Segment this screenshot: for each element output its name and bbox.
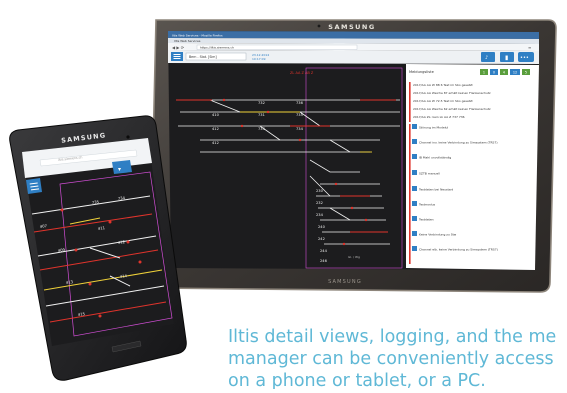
alarm-entry[interactable]: Testmodus xyxy=(418,203,435,207)
caption-line-1: Iltis detail views, logging, and the me xyxy=(228,327,557,347)
alarm-icon xyxy=(412,186,417,191)
menu-icon[interactable]: ≡ xyxy=(528,45,531,50)
track-footer-label: Gl. / Wg xyxy=(348,255,360,259)
svg-text:731: 731 xyxy=(258,113,265,117)
browser-titlebar xyxy=(168,31,539,39)
svg-text:5: 5 xyxy=(525,71,527,75)
tablet-camera xyxy=(317,24,321,28)
user-icon: ▮ xyxy=(505,55,508,62)
caption: Iltis detail views, logging, and the me … xyxy=(228,326,567,389)
alarm-icon xyxy=(412,139,417,144)
svg-text:410: 410 xyxy=(212,113,220,117)
svg-text:244: 244 xyxy=(320,249,328,253)
svg-text:234: 234 xyxy=(316,213,324,217)
alarm-icon xyxy=(412,216,417,221)
phone: SAMSUNG iltis.siemens.ch ▾ 735 734 407 4… xyxy=(9,115,187,381)
tablet-brand-bottom: SAMSUNG xyxy=(328,279,362,285)
svg-text:735: 735 xyxy=(296,113,303,117)
time-label: 10:17:09 xyxy=(252,57,266,61)
log-header: Meldungsliste xyxy=(409,70,435,74)
svg-text:733: 733 xyxy=(258,127,265,131)
svg-text:736: 736 xyxy=(296,101,304,105)
alarm-icon xyxy=(412,124,417,129)
diagram-header-labels: ZL AA Z AB Z xyxy=(290,71,314,75)
alarm-entry[interactable]: Störung im Modelul xyxy=(419,126,448,130)
svg-text:412: 412 xyxy=(212,127,219,131)
chevron-down-icon: ▾ xyxy=(118,166,121,173)
log-entry[interactable]: 2017/AA AA W 88 6 Test im Sbo gesetzt xyxy=(413,83,474,87)
alarm-icon xyxy=(412,201,417,206)
svg-text:12: 12 xyxy=(513,71,517,75)
tablet-brand-top: SAMSUNG xyxy=(328,23,375,31)
phone-dropdown-button[interactable] xyxy=(112,160,132,174)
phone-camera xyxy=(126,135,130,139)
svg-text:232: 232 xyxy=(316,201,323,205)
alarm-icon xyxy=(412,170,417,175)
alarm-entry[interactable]: IB Mahl unvollständig xyxy=(419,156,451,160)
url-text: https://iltis.siemens.ch xyxy=(200,46,234,50)
browser-tabbar xyxy=(168,38,539,44)
caption-line-2: manager can be conveniently access xyxy=(228,349,554,369)
svg-text:732: 732 xyxy=(258,101,265,105)
tablet: SAMSUNG SAMSUNG Iltis Web Services - Moz… xyxy=(149,19,557,293)
alarm-icon xyxy=(412,154,417,159)
bell-icon: ♪ xyxy=(485,55,488,61)
alarm-entry[interactable]: Channel elb. keine Verbindung zu Simsyst… xyxy=(419,248,498,252)
alarm-entry[interactable]: Channel inv. keine Verbindung zu Simsyst… xyxy=(419,141,498,145)
svg-text:0: 0 xyxy=(493,71,495,75)
alarm-icon xyxy=(412,231,417,236)
back-icon[interactable]: ◀ ▶ ⟳ xyxy=(172,45,185,50)
log-entry[interactable]: 2017/AA AA Weiche 62 erhält keinen Flank… xyxy=(413,107,491,111)
caption-line-3: on a phone or tablet, or a PC. xyxy=(228,371,486,389)
browser-tab-2[interactable]: Iltis Web Services xyxy=(174,39,201,43)
log-entry[interactable]: 2017/AA AA Weiche 87 erhält keinen Flank… xyxy=(413,91,491,95)
alarm-entry[interactable]: Testdaten xyxy=(418,218,434,222)
log-count-badges: 1 0 4 12 5 xyxy=(480,69,530,75)
svg-text:412: 412 xyxy=(212,141,219,145)
log-entry[interactable]: 2017/AA AA W 72.5 Test im Sbo gesetzt xyxy=(413,99,474,103)
more-icon: ••• xyxy=(520,55,529,61)
log-entry[interactable]: 2017/AA ZL: kein Lk AA Z 737 736 xyxy=(413,115,465,119)
svg-text:242: 242 xyxy=(318,237,325,241)
svg-text:1: 1 xyxy=(483,71,485,75)
alarm-icon xyxy=(412,246,417,251)
svg-text:240: 240 xyxy=(318,225,326,229)
alarm-entry[interactable]: Testdaten bei Neustart xyxy=(418,188,454,192)
svg-text:734: 734 xyxy=(296,127,304,131)
alarm-entry[interactable]: Keine Verbindung zu Stw xyxy=(419,233,457,237)
svg-text:4: 4 xyxy=(503,71,505,75)
svg-text:230: 230 xyxy=(316,189,324,193)
station-select-label: Bern - Stat. [Sim] xyxy=(189,55,217,59)
svg-text:246: 246 xyxy=(320,259,328,263)
tablet-screen: Iltis Web Services - Mozilla Firefox Ilt… xyxy=(168,31,539,270)
browser-tab-1[interactable]: Iltis Web Services - Mozilla Firefox xyxy=(172,34,223,38)
alarm-entry[interactable]: SZTB manuell xyxy=(419,172,440,176)
log-panel: Meldungsliste 1 0 4 12 5 2017/AA AA W 88… xyxy=(406,64,539,270)
